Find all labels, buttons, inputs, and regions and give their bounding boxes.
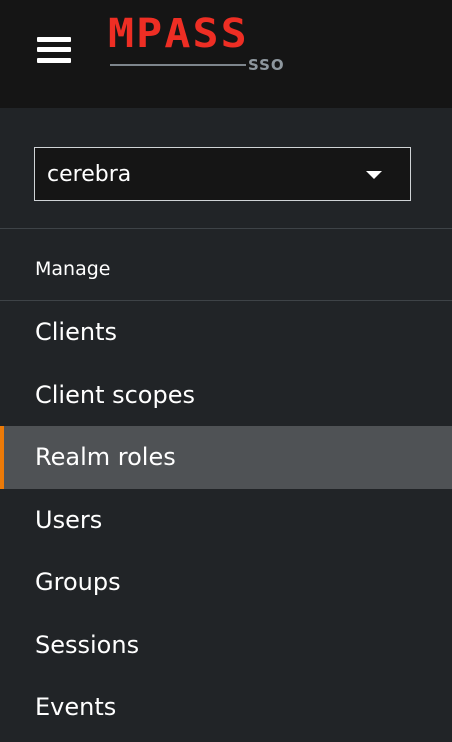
sidebar-item-label: Sessions bbox=[35, 630, 140, 659]
caret-down-icon bbox=[366, 171, 382, 179]
sidebar-item-groups[interactable]: Groups bbox=[0, 551, 452, 614]
masthead: MPASS SSO bbox=[0, 0, 452, 108]
divider bbox=[0, 228, 452, 229]
realm-selector[interactable]: cerebra bbox=[34, 147, 411, 201]
brand-logo[interactable]: MPASS SSO bbox=[108, 14, 288, 76]
realm-selector-value: cerebra bbox=[47, 162, 132, 187]
sidebar-nav: Clients Client scopes Realm roles Users … bbox=[0, 301, 452, 739]
section-title-manage: Manage bbox=[35, 258, 111, 280]
sidebar-item-client-scopes[interactable]: Client scopes bbox=[0, 364, 452, 427]
sidebar-item-users[interactable]: Users bbox=[0, 489, 452, 552]
logo-wordmark: MPASS bbox=[108, 11, 249, 57]
sidebar-item-label: Groups bbox=[35, 568, 121, 596]
hamburger-menu-icon[interactable] bbox=[37, 37, 71, 63]
logo-subtitle: SSO bbox=[248, 56, 285, 74]
sidebar-item-realm-roles[interactable]: Realm roles bbox=[0, 426, 452, 489]
sidebar-item-label: Client scopes bbox=[35, 380, 195, 409]
sidebar-item-label: Clients bbox=[35, 318, 117, 346]
logo-underline bbox=[110, 64, 246, 66]
sidebar-item-events[interactable]: Events bbox=[0, 676, 452, 739]
sidebar-item-label: Realm roles bbox=[35, 443, 176, 471]
sidebar-item-label: Users bbox=[35, 505, 103, 534]
sidebar-item-sessions[interactable]: Sessions bbox=[0, 614, 452, 677]
sidebar-item-label: Events bbox=[35, 693, 117, 721]
sidebar-item-clients[interactable]: Clients bbox=[0, 301, 452, 364]
